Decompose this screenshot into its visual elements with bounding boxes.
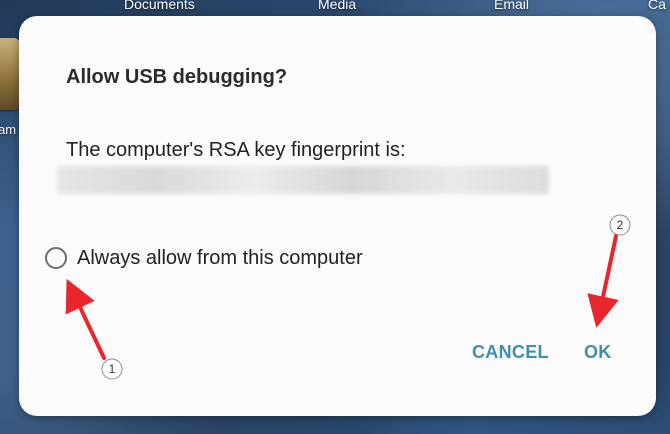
home-label-documents[interactable]: Documents bbox=[124, 0, 195, 12]
always-allow-option[interactable]: Always allow from this computer bbox=[45, 244, 363, 272]
home-label-media[interactable]: Media bbox=[318, 0, 356, 12]
cancel-button[interactable]: CANCEL bbox=[472, 342, 549, 363]
home-app-label: am bbox=[0, 122, 17, 137]
usb-debugging-dialog: Allow USB debugging? The computer's RSA … bbox=[19, 16, 656, 416]
dialog-title: Allow USB debugging? bbox=[66, 66, 288, 88]
home-app-icon[interactable] bbox=[0, 38, 20, 110]
always-allow-label[interactable]: Always allow from this computer bbox=[77, 247, 363, 270]
rsa-fingerprint-message: The computer's RSA key fingerprint is: bbox=[66, 139, 406, 161]
rsa-fingerprint-value-blurred bbox=[57, 166, 549, 194]
ok-button[interactable]: OK bbox=[584, 342, 612, 363]
always-allow-radio[interactable] bbox=[45, 247, 67, 269]
home-label-email[interactable]: Email bbox=[494, 0, 529, 12]
home-label-partial[interactable]: Ca bbox=[648, 0, 666, 12]
